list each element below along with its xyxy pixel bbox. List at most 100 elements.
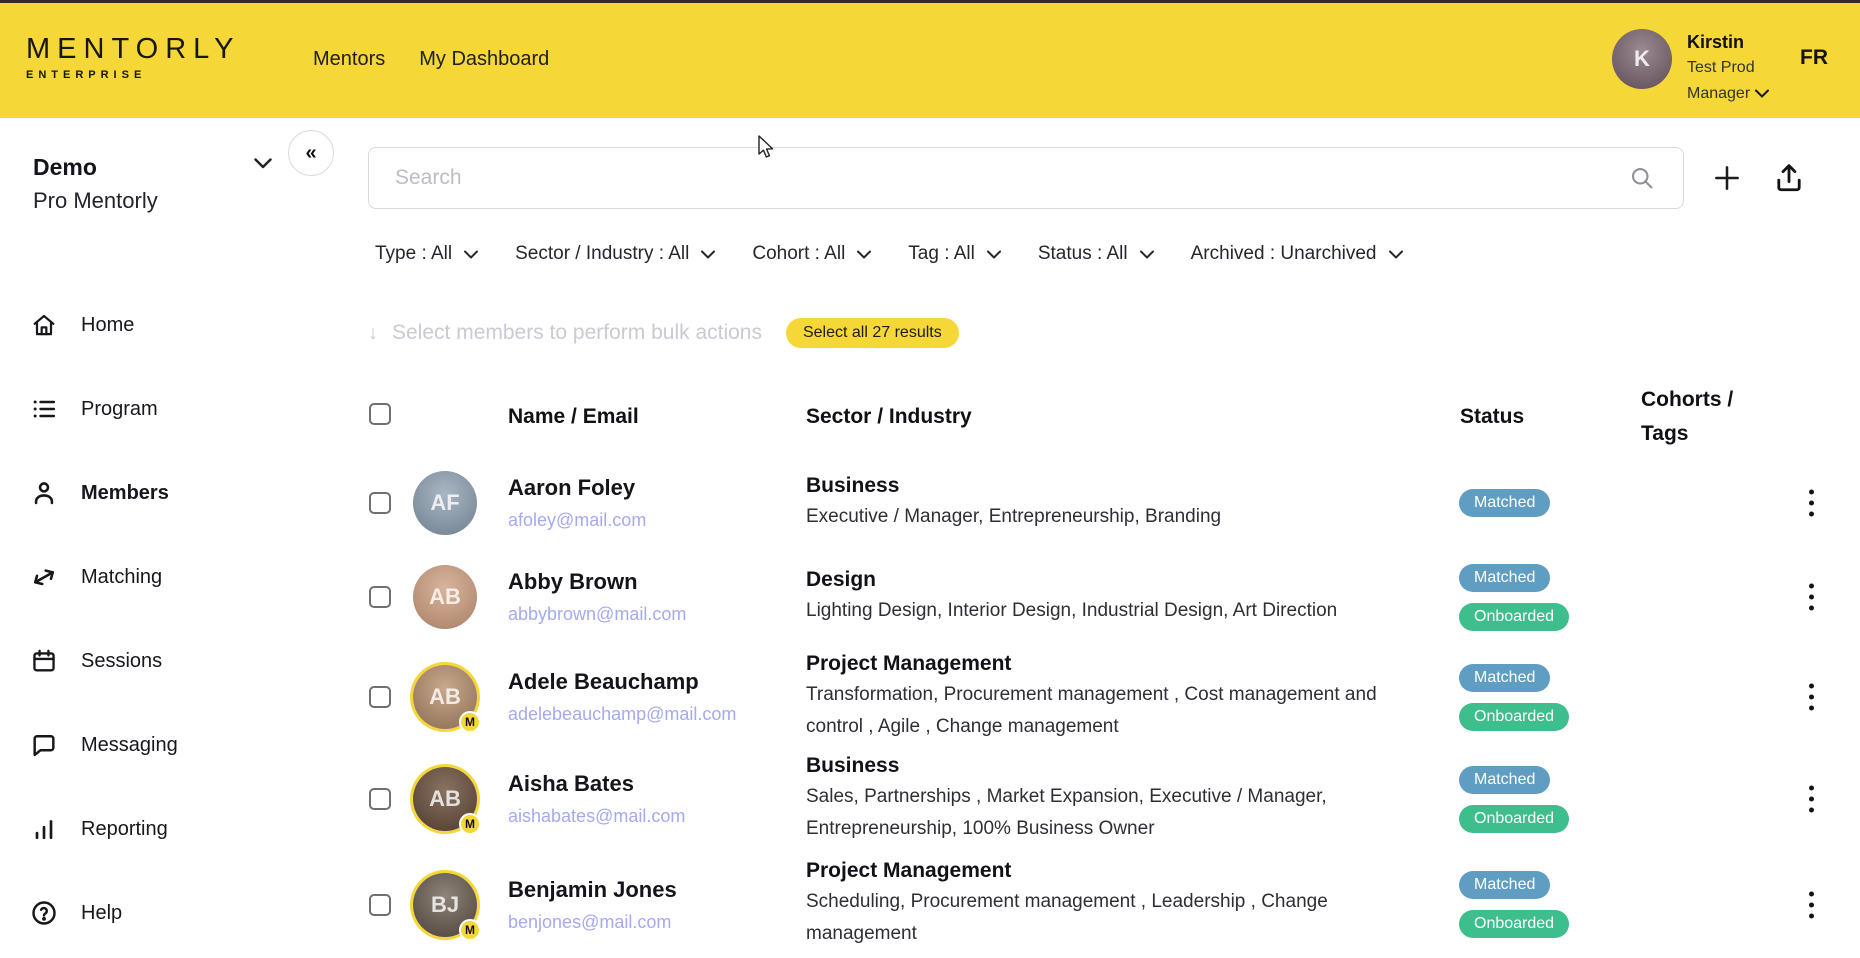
- member-statuses: MatchedOnboarded: [1459, 851, 1569, 958]
- search-bar: [368, 147, 1684, 209]
- sector-detail: Executive / Manager, Entrepreneurship, B…: [806, 501, 1426, 533]
- sidebar-item-home[interactable]: Home: [0, 305, 300, 345]
- mentor-badge: M: [459, 813, 481, 835]
- add-member-button[interactable]: [1706, 158, 1748, 200]
- chevron-down-icon: [701, 250, 715, 259]
- member-name[interactable]: Adele Beauchamp: [508, 669, 736, 695]
- member-avatar: ABM: [413, 665, 477, 729]
- bulk-actions-bar: ↓ Select members to perform bulk actions…: [368, 318, 959, 348]
- table-row[interactable]: ABM Adele Beauchamp adelebeauchamp@mail.co…: [0, 647, 1860, 747]
- kebab-dot: [1809, 706, 1814, 711]
- member-sector: Project ManagementTransformation, Procur…: [806, 647, 1426, 747]
- row-menu-button[interactable]: [1798, 486, 1824, 521]
- chevron-down-icon: [254, 156, 272, 174]
- status-badge: Onboarded: [1459, 805, 1569, 833]
- kebab-dot: [1809, 797, 1814, 802]
- mentorly-logo: MENTORLY ENTERPRISE: [26, 33, 240, 81]
- home-icon: [30, 311, 58, 339]
- column-header-cohorts-tags: Cohorts / Tags: [1641, 383, 1766, 451]
- row-checkbox[interactable]: [369, 894, 391, 916]
- export-button[interactable]: [1768, 158, 1810, 200]
- logo-title: MENTORLY: [26, 33, 240, 66]
- select-all-checkbox[interactable]: [369, 403, 391, 425]
- sidebar-collapse-button[interactable]: «: [288, 130, 334, 176]
- row-checkbox[interactable]: [369, 686, 391, 708]
- member-identity: Abby Brown abbybrown@mail.com: [508, 569, 686, 625]
- table-row[interactable]: ABM Aisha Bates aishabates@mail.com Busines…: [0, 749, 1860, 849]
- member-statuses: Matched: [1459, 458, 1550, 548]
- kebab-dot: [1809, 490, 1814, 495]
- search-input[interactable]: [368, 147, 1684, 209]
- kebab-dot: [1809, 913, 1814, 918]
- kebab-dot: [1809, 891, 1814, 896]
- search-icon[interactable]: [1628, 164, 1656, 197]
- member-name[interactable]: Abby Brown: [508, 569, 686, 595]
- filter-status[interactable]: Status : All: [1038, 243, 1154, 265]
- status-badge: Onboarded: [1459, 603, 1569, 631]
- sector-detail: Sales, Partnerships , Market Expansion, …: [806, 781, 1426, 845]
- nav-my-dashboard[interactable]: My Dashboard: [419, 48, 549, 71]
- user-menu[interactable]: K Kirstin Test Prod Manager: [1612, 29, 1769, 107]
- filter-cohort[interactable]: Cohort : All: [752, 243, 871, 265]
- member-sector: BusinessSales, Partnerships , Market Exp…: [806, 749, 1426, 849]
- select-all-results-button[interactable]: Select all 27 results: [786, 318, 959, 348]
- member-email-link[interactable]: abbybrown@mail.com: [508, 604, 686, 625]
- chevron-down-icon: [1140, 250, 1154, 259]
- language-toggle-button[interactable]: FR: [1800, 46, 1828, 70]
- user-meta: Kirstin Test Prod Manager: [1687, 29, 1769, 107]
- mentor-badge: M: [459, 711, 481, 733]
- sector-detail: Transformation, Procurement management ,…: [806, 679, 1426, 743]
- row-checkbox[interactable]: [369, 492, 391, 514]
- kebab-dot: [1809, 501, 1814, 506]
- filter-sector-industry[interactable]: Sector / Industry : All: [515, 243, 715, 265]
- member-statuses: MatchedOnboarded: [1459, 647, 1569, 747]
- column-header-name-email: Name / Email: [508, 400, 639, 434]
- member-email-link[interactable]: adelebeauchamp@mail.com: [508, 704, 736, 725]
- member-identity: Aisha Bates aishabates@mail.com: [508, 771, 685, 827]
- bulk-actions-hint: Select members to perform bulk actions: [392, 321, 762, 345]
- kebab-dot: [1809, 684, 1814, 689]
- member-email-link[interactable]: aishabates@mail.com: [508, 806, 685, 827]
- nav-mentors[interactable]: Mentors: [313, 48, 385, 71]
- row-menu-button[interactable]: [1798, 782, 1824, 817]
- table-row[interactable]: ABAbby Brownabbybrown@mail.comDesignLigh…: [0, 551, 1860, 643]
- member-statuses: Matched Onboarded: [1459, 749, 1569, 849]
- user-avatar: K: [1612, 29, 1672, 89]
- mentor-badge: M: [459, 919, 481, 941]
- sector-title: Business: [806, 474, 1426, 498]
- member-identity: Benjamin Jones benjones@mail.com: [508, 877, 677, 933]
- member-avatar: ABM: [413, 767, 477, 831]
- member-avatar: AB: [413, 565, 477, 629]
- status-badge: Onboarded: [1459, 910, 1569, 938]
- row-checkbox[interactable]: [369, 586, 391, 608]
- member-name[interactable]: Aaron Foley: [508, 475, 646, 501]
- member-name[interactable]: Benjamin Jones: [508, 877, 677, 903]
- screen-edge-top: [0, 0, 1860, 3]
- chevron-down-icon: [987, 250, 1001, 259]
- filter-type[interactable]: Type : All: [375, 243, 478, 265]
- row-checkbox[interactable]: [369, 788, 391, 810]
- filter-tag[interactable]: Tag : All: [908, 243, 1001, 265]
- user-role[interactable]: Manager: [1687, 81, 1769, 107]
- kebab-dot: [1809, 786, 1814, 791]
- column-header-sector: Sector / Industry: [806, 400, 972, 434]
- member-email-link[interactable]: afoley@mail.com: [508, 510, 646, 531]
- status-badge: Matched: [1459, 766, 1550, 794]
- row-menu-button[interactable]: [1798, 887, 1824, 922]
- sector-title: Design: [806, 568, 1426, 592]
- chevron-down-icon: [464, 250, 478, 259]
- row-menu-button[interactable]: [1798, 580, 1824, 615]
- org-switcher[interactable]: Demo Pro Mentorly: [33, 154, 273, 214]
- member-email-link[interactable]: benjones@mail.com: [508, 912, 671, 933]
- member-name[interactable]: Aisha Bates: [508, 771, 685, 797]
- user-name: Kirstin: [1687, 29, 1769, 55]
- table-row[interactable]: BJMBenjamin Jonesbenjones@mail.comProjec…: [0, 851, 1860, 958]
- members-page: MENTORLY ENTERPRISE Mentors My Dashboard…: [0, 0, 1860, 958]
- filter-archived[interactable]: Archived : Unarchived: [1191, 243, 1403, 265]
- kebab-dot: [1809, 606, 1814, 611]
- chevron-down-icon: [1755, 81, 1769, 107]
- table-row[interactable]: AFAaron Foleyafoley@mail.comBusinessExec…: [0, 458, 1860, 548]
- org-name: Demo: [33, 154, 273, 181]
- row-menu-button[interactable]: [1798, 680, 1824, 715]
- kebab-dot: [1809, 808, 1814, 813]
